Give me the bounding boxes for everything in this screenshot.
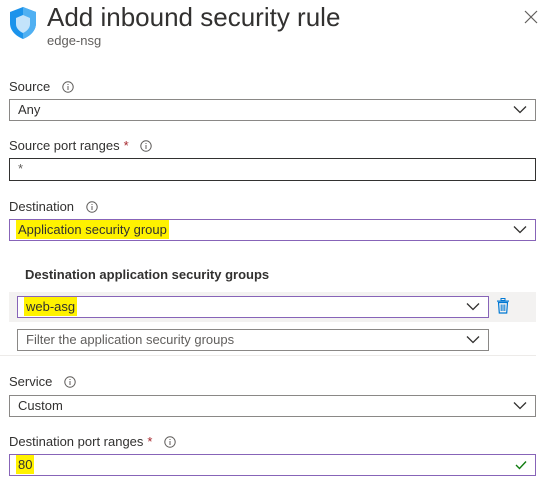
chevron-down-icon (513, 402, 527, 410)
info-icon[interactable] (62, 81, 74, 93)
service-label: Service (9, 374, 76, 390)
page-subtitle: edge-nsg (47, 33, 102, 48)
chevron-down-icon (513, 226, 527, 234)
asg-filter-dropdown[interactable]: Filter the application security groups (17, 329, 489, 351)
info-icon[interactable] (85, 201, 98, 213)
source-port-ranges-label: Source port ranges * (9, 138, 152, 154)
destination-label: Destination (9, 199, 98, 215)
info-icon[interactable] (64, 376, 76, 388)
source-port-ranges-input[interactable]: * (9, 158, 536, 181)
asg-value: web-asg (24, 297, 78, 317)
page-title: Add inbound security rule (47, 2, 341, 32)
asg-dropdown[interactable]: web-asg (17, 296, 489, 318)
source-dropdown[interactable]: Any (9, 99, 536, 121)
section-title: Destination application security groups (25, 267, 270, 282)
destination-port-ranges-label: Destination port ranges * (9, 434, 176, 450)
destination-port-ranges-label-text: Destination port ranges (9, 434, 144, 449)
destination-port-ranges-input[interactable]: 80 (9, 454, 536, 476)
close-icon[interactable] (522, 8, 540, 26)
delete-icon[interactable] (496, 298, 510, 314)
checkmark-icon (515, 461, 527, 470)
highlight: Application security group (16, 220, 169, 239)
info-icon[interactable] (164, 436, 176, 448)
chevron-down-icon (466, 303, 480, 311)
service-value: Custom (18, 398, 63, 413)
blade-header: Add inbound security rule edge-nsg (0, 0, 554, 60)
destination-dropdown[interactable]: Application security group (9, 219, 536, 241)
required-marker: * (147, 434, 153, 449)
info-icon[interactable] (140, 140, 152, 152)
source-label: Source (9, 79, 74, 95)
source-value: Any (18, 102, 41, 117)
asg-row: web-asg (9, 292, 536, 322)
required-marker: * (123, 138, 129, 153)
section-divider (0, 355, 536, 356)
highlight: 80 (16, 455, 35, 474)
destination-label-text: Destination (9, 199, 75, 214)
chevron-down-icon (513, 106, 527, 114)
asg-filter-placeholder: Filter the application security groups (26, 332, 235, 347)
source-port-ranges-label-text: Source port ranges (9, 138, 120, 153)
destination-port-ranges-value: 80 (16, 455, 35, 475)
source-label-text: Source (9, 79, 51, 94)
highlight: web-asg (24, 297, 78, 316)
source-port-ranges-value: * (18, 161, 24, 176)
shield-icon (10, 7, 36, 39)
service-label-text: Service (9, 374, 53, 389)
destination-asg-section: Destination application security groups … (9, 262, 536, 356)
service-dropdown[interactable]: Custom (9, 395, 536, 417)
destination-value: Application security group (16, 220, 169, 240)
chevron-down-icon (466, 336, 480, 344)
